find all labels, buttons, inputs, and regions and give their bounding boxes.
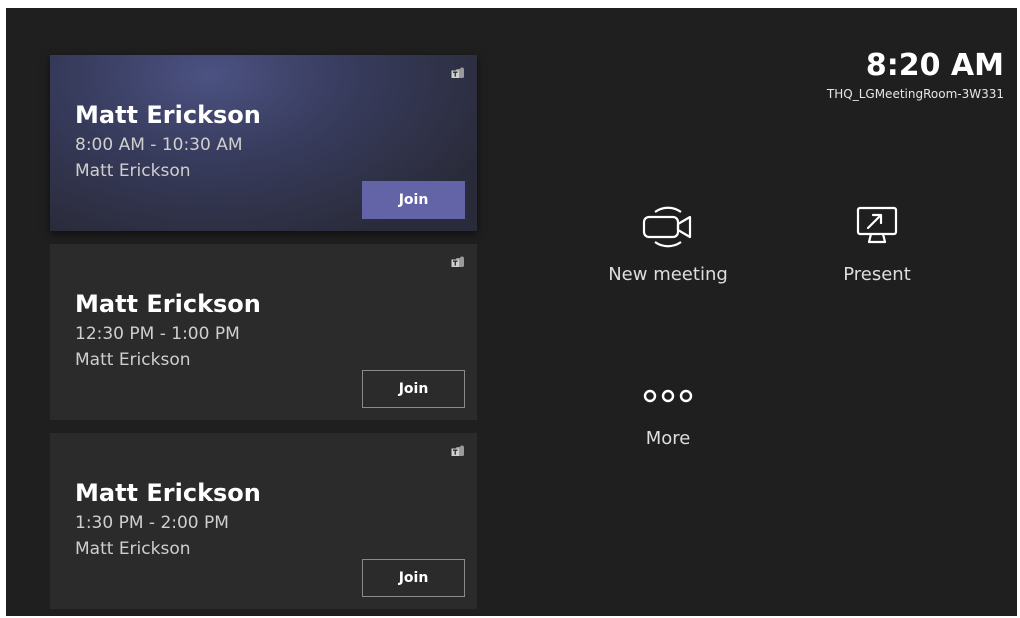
- join-button[interactable]: Join: [362, 559, 465, 597]
- meeting-organizer: Matt Erickson: [75, 161, 191, 181]
- room-name: THQ_LGMeetingRoom-3W331: [826, 87, 1004, 101]
- join-button[interactable]: Join: [362, 370, 465, 408]
- screen-share-icon: [856, 206, 898, 244]
- more-label: More: [645, 428, 691, 449]
- meeting-time: 8:00 AM - 10:30 AM: [75, 135, 243, 155]
- teams-logo-icon: [451, 67, 464, 78]
- present-label: Present: [843, 264, 911, 285]
- new-meeting-button[interactable]: New meeting: [583, 198, 753, 285]
- teams-logo-icon: [451, 445, 464, 456]
- meeting-title: Matt Erickson: [75, 479, 261, 507]
- meeting-organizer: Matt Erickson: [75, 539, 191, 559]
- teams-room-screen: Matt Erickson 8:00 AM - 10:30 AM Matt Er…: [6, 8, 1017, 616]
- join-button[interactable]: Join: [362, 181, 465, 219]
- clock: 8:20 AM: [865, 48, 1004, 83]
- meeting-time: 12:30 PM - 1:00 PM: [75, 324, 240, 344]
- meeting-title: Matt Erickson: [75, 290, 261, 318]
- more-button[interactable]: More: [583, 374, 753, 449]
- meeting-card[interactable]: Matt Erickson 12:30 PM - 1:00 PM Matt Er…: [50, 244, 477, 420]
- meeting-card[interactable]: Matt Erickson 8:00 AM - 10:30 AM Matt Er…: [50, 55, 477, 231]
- meeting-card[interactable]: Matt Erickson 1:30 PM - 2:00 PM Matt Eri…: [50, 433, 477, 609]
- new-meeting-label: New meeting: [608, 264, 728, 285]
- meeting-time: 1:30 PM - 2:00 PM: [75, 513, 229, 533]
- meeting-organizer: Matt Erickson: [75, 350, 191, 370]
- present-button[interactable]: Present: [792, 198, 962, 285]
- teams-logo-icon: [451, 256, 464, 267]
- meeting-title: Matt Erickson: [75, 101, 261, 129]
- video-camera-icon: [642, 206, 692, 248]
- more-icon: [643, 389, 693, 403]
